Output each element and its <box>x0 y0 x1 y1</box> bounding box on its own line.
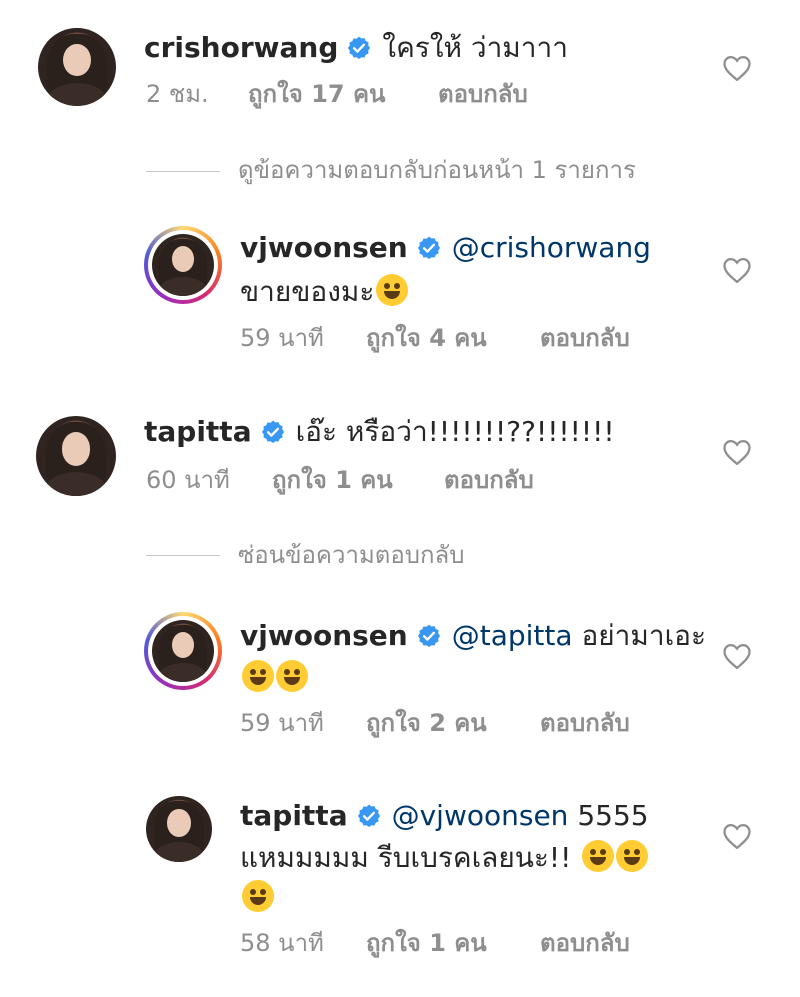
mention-link[interactable]: @tapitta <box>452 619 573 652</box>
reply-button[interactable]: ตอบกลับ <box>540 323 630 353</box>
emoji-icon <box>376 274 409 306</box>
username[interactable]: vjwoonsen <box>240 619 408 652</box>
avatar[interactable] <box>38 28 116 106</box>
verified-badge-icon <box>416 235 442 261</box>
heart-outline-icon[interactable] <box>722 256 752 284</box>
verified-badge-icon <box>346 35 372 61</box>
heart-outline-icon[interactable] <box>722 642 752 670</box>
divider <box>146 171 220 172</box>
comment-time: 59 นาที <box>240 709 324 737</box>
heart-outline-icon[interactable] <box>722 822 752 850</box>
verified-badge-icon <box>356 803 382 829</box>
likes-count-link[interactable]: ถูกใจ 4 คน <box>366 323 540 353</box>
comment-text: ใครให้ ว่ามาาา <box>382 31 568 64</box>
divider <box>146 555 220 556</box>
comment-time: 58 นาที <box>240 929 324 957</box>
heart-outline-icon[interactable] <box>722 438 752 466</box>
view-previous-replies-button[interactable]: ดูข้อความตอบกลับก่อนหน้า 1 รายการ <box>238 155 636 185</box>
avatar <box>152 620 214 682</box>
likes-count-link[interactable]: ถูกใจ 1 คน <box>366 928 540 958</box>
comment-text: อย่ามาเอะ <box>581 619 706 652</box>
comment-text: แหมมมมม รีบเบรคเลยนะ!! <box>240 841 572 874</box>
likes-count-link[interactable]: ถูกใจ 1 คน <box>272 465 444 495</box>
comment-text: 5555 <box>577 799 649 832</box>
comment-time: 2 ชม. <box>146 80 209 108</box>
mention-link[interactable]: @vjwoonsen <box>392 799 569 832</box>
emoji-icon <box>582 840 615 872</box>
avatar <box>152 234 214 296</box>
reply-button[interactable]: ตอบกลับ <box>444 465 534 495</box>
hide-replies-button[interactable]: ซ่อนข้อความตอบกลับ <box>238 540 464 570</box>
emoji-icon <box>276 660 308 692</box>
verified-badge-icon <box>260 419 286 445</box>
comment-time: 59 นาที <box>240 324 324 352</box>
username[interactable]: vjwoonsen <box>240 231 408 264</box>
story-ring[interactable] <box>144 226 222 304</box>
reply-button[interactable]: ตอบกลับ <box>438 79 528 109</box>
comment-time: 60 นาที <box>146 466 230 494</box>
username[interactable]: crishorwang <box>144 31 338 64</box>
story-ring[interactable] <box>144 612 222 690</box>
likes-count-link[interactable]: ถูกใจ 17 คน <box>248 79 438 109</box>
heart-outline-icon[interactable] <box>722 54 752 82</box>
avatar[interactable] <box>36 416 116 496</box>
username[interactable]: tapitta <box>240 799 348 832</box>
reply-button[interactable]: ตอบกลับ <box>540 928 630 958</box>
emoji-icon <box>242 660 274 692</box>
mention-link[interactable]: @crishorwang <box>452 231 651 264</box>
verified-badge-icon <box>416 623 442 649</box>
comment-text: ขายของมะ <box>240 275 375 308</box>
avatar[interactable] <box>146 796 212 862</box>
emoji-icon <box>616 840 649 872</box>
username[interactable]: tapitta <box>144 415 252 448</box>
likes-count-link[interactable]: ถูกใจ 2 คน <box>366 708 540 738</box>
emoji-icon <box>242 880 274 912</box>
reply-button[interactable]: ตอบกลับ <box>540 708 630 738</box>
comment-text: เอ๊ะ หรือว่า!!!!!!!??!!!!!!! <box>295 415 615 448</box>
